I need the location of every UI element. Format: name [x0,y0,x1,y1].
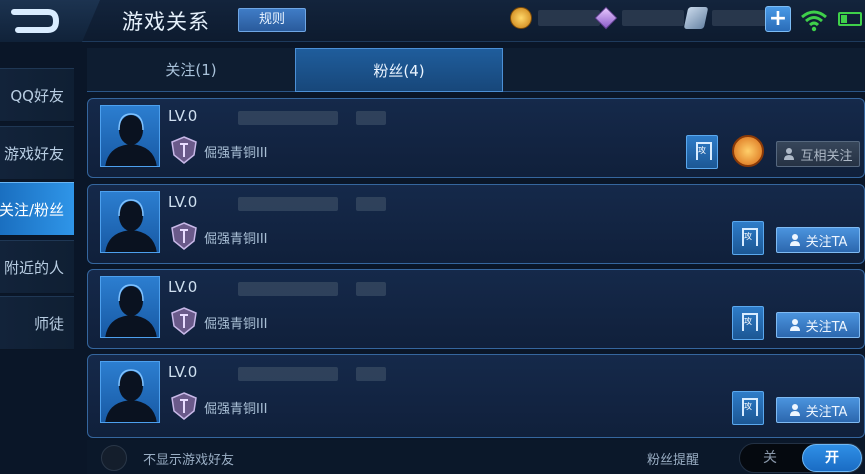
tab-bar: 关注(1) 粉丝(4) [87,48,865,92]
sidebar-item-nearby[interactable]: 附近的人 [0,240,74,294]
default-avatar-icon [105,113,157,166]
fan-row[interactable]: LV.0 倔强青铜III 攻 关注TA [87,354,865,438]
role-tag-icon: 攻 [732,221,764,255]
player-name-blurred [356,111,386,125]
player-name-blurred [238,367,338,381]
toggle-on-option[interactable]: 开 [802,444,862,472]
default-avatar-icon [105,199,157,252]
rank-label: 倔强青铜III [204,317,268,332]
rules-button[interactable]: 规则 [238,8,306,32]
avatar[interactable] [100,105,160,167]
diamond-amount-blurred [622,10,684,26]
fan-row[interactable]: LV.0 倔强青铜III 攻 关注TA [87,269,865,349]
player-name-blurred [238,282,338,296]
bronze-rank-icon [171,392,197,420]
add-person-icon [789,319,800,331]
action-label: 关注TA [805,404,848,420]
action-label: 互相关注 [800,148,853,164]
rank-label: 倔强青铜III [204,146,268,161]
gold-coin-icon [510,7,532,29]
fans-remind-toggle[interactable]: 关 开 [739,443,863,473]
follow-back-button[interactable]: 关注TA [776,312,860,338]
voucher-currency [683,6,772,30]
voucher-icon [683,7,709,29]
tab-following[interactable]: 关注(1) [87,48,295,92]
avatar[interactable] [100,361,160,423]
sidebar-item-follow-fans[interactable]: 关注/粉丝 [0,182,74,236]
hide-game-friends-label: 不显示游戏好友 [143,453,235,468]
toggle-off-option[interactable]: 关 [740,444,800,472]
back-button[interactable] [0,0,100,42]
bronze-rank-icon [171,222,197,250]
voucher-amount-blurred [712,10,772,26]
avatar[interactable] [100,191,160,253]
default-avatar-icon [105,369,157,422]
bottom-bar: 不显示游戏好友 粉丝提醒 关 开 [87,440,865,474]
fan-row[interactable]: LV.0 倔强青铜III 攻 互相关注 [87,98,865,178]
page-title: 游戏关系 [122,10,210,34]
sidebar-item-qq-friends[interactable]: QQ好友 [0,68,74,122]
player-name-blurred [238,111,338,125]
player-level: LV.0 [168,278,198,296]
bronze-rank-icon [171,136,197,164]
rank-label: 倔强青铜III [204,402,268,417]
action-label: 关注TA [805,319,848,335]
player-name-blurred [238,197,338,211]
sidebar-item-label: 师徒 [33,314,64,333]
diamond-currency [594,6,684,30]
add-person-icon [789,234,800,246]
follow-back-button[interactable]: 关注TA [776,397,860,423]
player-level: LV.0 [168,107,198,125]
wifi-icon [801,10,827,32]
gift-icon[interactable] [732,135,764,167]
fans-remind-label: 粉丝提醒 [647,453,700,468]
tab-fans[interactable]: 粉丝(4) [295,48,503,92]
add-person-icon [789,404,800,416]
player-level: LV.0 [168,193,198,211]
mutual-follow-button[interactable]: 互相关注 [776,141,860,167]
rank-label: 倔强青铜III [204,232,268,247]
person-icon [784,148,795,160]
sidebar-item-mentorship[interactable]: 师徒 [0,296,74,350]
sidebar-item-label: QQ好友 [10,86,64,105]
player-name-blurred [356,282,386,296]
avatar[interactable] [100,276,160,338]
hide-game-friends-checkbox[interactable] [101,445,127,471]
sidebar-item-label: 附近的人 [3,258,64,277]
bronze-rank-icon [171,307,197,335]
battery-icon [838,12,862,26]
follow-back-button[interactable]: 关注TA [776,227,860,253]
diamond-icon [594,6,618,30]
sidebar-item-game-friends[interactable]: 游戏好友 [0,126,74,180]
role-tag-icon: 攻 [732,306,764,340]
top-bar: 游戏关系 规则 + [0,0,865,42]
recharge-button[interactable]: + [765,6,791,32]
player-name-blurred [356,197,386,211]
sidebar-item-label: 关注/粉丝 [0,200,64,219]
sidebar: QQ好友 游戏好友 关注/粉丝 附近的人 师徒 [0,62,76,474]
role-tag-icon: 攻 [732,391,764,425]
player-name-blurred [356,367,386,381]
fan-row[interactable]: LV.0 倔强青铜III 攻 关注TA [87,184,865,264]
default-avatar-icon [105,284,157,337]
back-icon [11,9,60,33]
sidebar-item-label: 游戏好友 [3,144,64,163]
player-level: LV.0 [168,363,198,381]
role-tag-icon: 攻 [686,135,718,169]
gold-amount-blurred [538,10,600,26]
gold-currency [510,6,600,30]
action-label: 关注TA [805,234,848,250]
